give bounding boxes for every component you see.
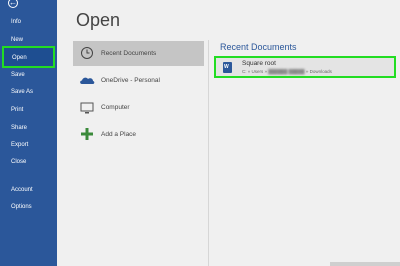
location-add-place[interactable]: Add a Place: [101, 130, 136, 139]
word-document-icon: W: [223, 62, 232, 73]
backstage-nav: ← Info New Open Save Save As Print Share…: [0, 0, 57, 266]
nav-save-as[interactable]: Save As: [11, 88, 33, 96]
nav-close[interactable]: Close: [11, 158, 26, 166]
column-divider: [208, 40, 209, 266]
redacted-username: ██████ █████: [268, 69, 305, 74]
nav-open-label: Open: [12, 55, 27, 61]
back-arrow-icon: ←: [8, 0, 18, 8]
scroll-edge: [330, 262, 400, 266]
recent-documents-heading: Recent Documents: [220, 42, 297, 52]
location-recent-label: Recent Documents: [101, 50, 157, 57]
nav-print[interactable]: Print: [11, 106, 23, 114]
nav-share[interactable]: Share: [11, 124, 27, 132]
nav-account[interactable]: Account: [11, 186, 33, 194]
back-button[interactable]: ←: [4, 0, 22, 10]
document-name: Square root: [242, 60, 276, 67]
clock-icon: [81, 47, 93, 59]
document-path: C: » Users » ██████ █████ » Downloads: [242, 69, 332, 74]
nav-options[interactable]: Options: [11, 203, 32, 211]
nav-new[interactable]: New: [11, 36, 23, 44]
location-onedrive[interactable]: OneDrive - Personal: [101, 76, 160, 85]
nav-export[interactable]: Export: [11, 141, 28, 149]
nav-open[interactable]: Open: [2, 46, 55, 68]
plus-icon: [81, 128, 93, 140]
nav-save[interactable]: Save: [11, 71, 25, 79]
nav-info[interactable]: Info: [11, 18, 21, 26]
computer-icon: [80, 102, 94, 114]
location-computer[interactable]: Computer: [101, 103, 130, 112]
page-title: Open: [76, 10, 121, 30]
recent-document-item[interactable]: W Square root C: » Users » ██████ █████ …: [214, 56, 396, 78]
onedrive-icon: [80, 77, 95, 84]
